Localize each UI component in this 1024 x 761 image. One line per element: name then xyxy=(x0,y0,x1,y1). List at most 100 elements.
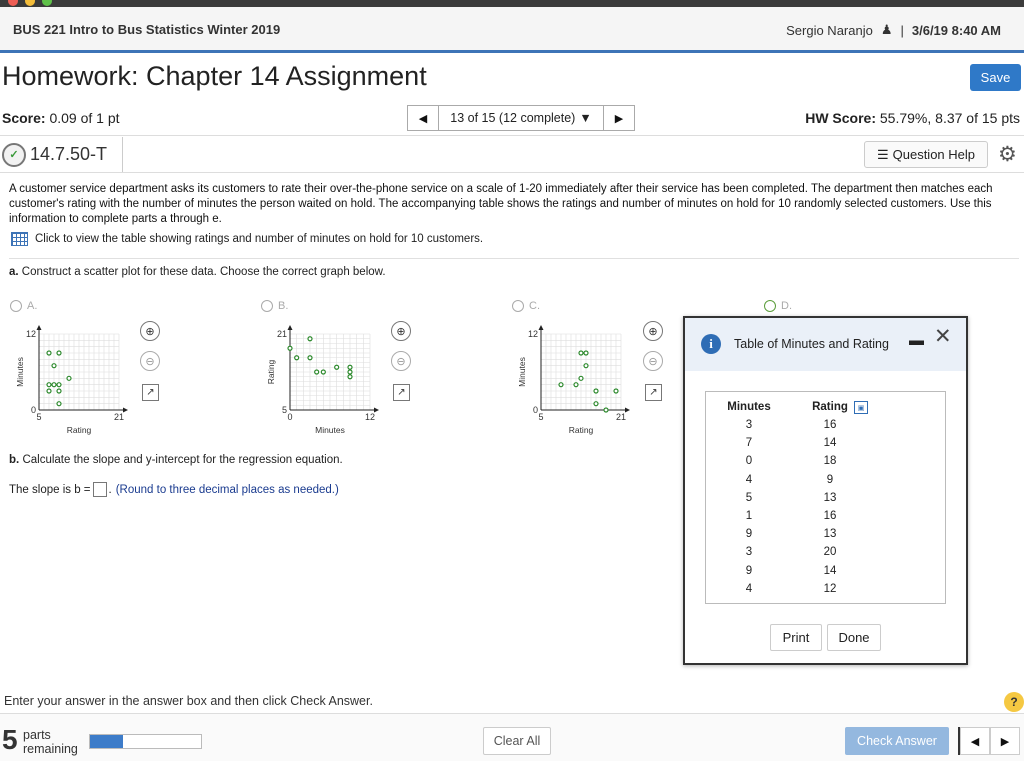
option-b[interactable]: B. xyxy=(261,300,288,312)
option-c[interactable]: C. xyxy=(512,300,540,312)
table-row: 3 20 xyxy=(716,543,852,561)
problem-text: A customer service department asks its c… xyxy=(9,183,993,225)
score: Score: 0.09 of 1 pt xyxy=(2,110,120,126)
minimize-icon[interactable]: ▬ xyxy=(909,332,924,349)
data-point xyxy=(56,382,62,388)
data-point xyxy=(46,382,52,388)
zoom-out-a-icon[interactable]: ⊖ xyxy=(140,351,160,371)
list-icon: ☰ xyxy=(876,146,889,162)
print-button[interactable]: Print xyxy=(770,624,822,651)
gear-icon[interactable]: ⚙ xyxy=(998,142,1017,167)
question-selector-text: 13 of 15 (12 complete) xyxy=(450,111,576,125)
table-row: 1 16 xyxy=(716,507,852,525)
zoom-in-c-icon[interactable]: ⊕ xyxy=(643,321,663,341)
next-question-button[interactable]: ▶ xyxy=(603,105,635,131)
parts-label-line-1: parts xyxy=(23,728,51,742)
option-a-label: A. xyxy=(27,300,38,312)
cell-rating: 14 xyxy=(823,564,837,577)
option-a-radio[interactable] xyxy=(10,300,22,312)
x-tick-label: 12 xyxy=(365,412,375,422)
data-point xyxy=(51,382,57,388)
question-selector[interactable]: 13 of 15 (12 complete) ▼ xyxy=(439,105,603,131)
cell-rating: 20 xyxy=(823,546,837,559)
part-a-label: a. xyxy=(9,266,19,278)
column-gap xyxy=(782,580,808,598)
user-name[interactable]: Sergio Naranjo xyxy=(786,23,873,38)
x-axis-label: Rating xyxy=(67,425,92,435)
column-gap xyxy=(782,543,808,561)
option-c-label: C. xyxy=(529,300,540,312)
table-row: 4 12 xyxy=(716,580,852,598)
hw-score-value: 55.79%, 8.37 of 15 pts xyxy=(879,110,1020,126)
view-table-link[interactable]: Click to view the table showing ratings … xyxy=(11,232,483,246)
save-button[interactable]: Save xyxy=(970,64,1021,91)
x-axis-label: Minutes xyxy=(315,425,345,435)
zoom-out-c-icon[interactable]: ⊖ xyxy=(643,351,663,371)
slope-question: The slope is b = . (Round to three decim… xyxy=(9,482,339,497)
parts-remaining-count: 5 xyxy=(2,724,18,755)
header-rating: Rating xyxy=(812,401,848,413)
popout-a-icon[interactable]: ↗ xyxy=(142,384,159,401)
zoom-in-a-icon[interactable]: ⊕ xyxy=(140,321,160,341)
divider xyxy=(9,258,1019,259)
question-help-button[interactable]: ☰ Question Help xyxy=(864,141,988,168)
help-icon[interactable]: ? xyxy=(1004,692,1024,712)
option-a[interactable]: A. xyxy=(10,300,37,312)
copy-data-icon[interactable]: ▣ xyxy=(854,401,868,414)
column-gap xyxy=(782,398,808,416)
maximize-window-dot-icon[interactable] xyxy=(42,0,52,6)
cell-rating: 13 xyxy=(823,528,837,541)
check-answer-button[interactable]: Check Answer xyxy=(845,727,949,755)
bottom-bar: 5 parts remaining Clear All Check Answer… xyxy=(0,713,1024,761)
option-d[interactable]: D. xyxy=(764,300,792,312)
data-point xyxy=(320,369,326,375)
zoom-out-b-icon[interactable]: ⊖ xyxy=(391,351,411,371)
popout-b-icon[interactable]: ↗ xyxy=(393,384,410,401)
clear-all-button[interactable]: Clear All xyxy=(483,727,551,755)
column-gap xyxy=(782,507,808,525)
close-icon[interactable]: ✕ xyxy=(934,324,952,349)
data-point xyxy=(56,350,62,356)
prev-question-button[interactable]: ◀ xyxy=(407,105,439,131)
question-help-label: Question Help xyxy=(892,147,976,162)
question-row: ✓ 14.7.50-T ☰ Question Help ⚙ xyxy=(0,137,1024,173)
data-point xyxy=(46,350,52,356)
data-point xyxy=(307,355,313,361)
table-row: 0 18 xyxy=(716,452,852,470)
option-b-label: B. xyxy=(278,300,289,312)
data-point xyxy=(583,363,589,369)
data-point xyxy=(307,336,313,342)
data-point xyxy=(573,382,579,388)
minimize-window-dot-icon[interactable] xyxy=(25,0,35,6)
slope-hint: (Round to three decimal places as needed… xyxy=(115,483,339,496)
data-point xyxy=(56,401,62,407)
data-point xyxy=(347,364,353,370)
data-table: Minutes Rating 3 16 7 14 0 18 4 9 5 13 1 16 9 13 3 20 9 1… xyxy=(716,398,852,598)
cell-rating: 9 xyxy=(826,473,834,486)
next-button[interactable]: ▶ xyxy=(990,727,1020,755)
option-c-radio[interactable] xyxy=(512,300,524,312)
zoom-in-b-icon[interactable]: ⊕ xyxy=(391,321,411,341)
table-row: 7 14 xyxy=(716,434,852,452)
x-tick-label: 5 xyxy=(538,412,543,422)
y-axis-arrow xyxy=(287,325,293,330)
cell-minutes: 4 xyxy=(745,473,753,486)
y-tick-label: 12 xyxy=(528,329,538,339)
page-title: Homework: Chapter 14 Assignment xyxy=(2,61,427,91)
cell-rating: 13 xyxy=(823,491,837,504)
part-b-text: Calculate the slope and y-intercept for … xyxy=(22,454,343,466)
option-b-radio[interactable] xyxy=(261,300,273,312)
partial-credit-icon: ✓ xyxy=(2,142,26,167)
column-gap xyxy=(782,562,808,580)
done-button[interactable]: Done xyxy=(827,624,881,651)
score-label: Score: xyxy=(2,110,46,126)
option-d-radio[interactable] xyxy=(764,300,776,312)
prev-button[interactable]: ◀ xyxy=(960,727,990,755)
close-window-dot-icon[interactable] xyxy=(8,0,18,6)
slope-input[interactable] xyxy=(92,482,107,497)
y-tick-label: 12 xyxy=(26,329,36,339)
header-minutes: Minutes xyxy=(727,401,771,413)
popout-c-icon[interactable]: ↗ xyxy=(645,384,662,401)
data-point xyxy=(593,388,599,394)
divider: | xyxy=(900,22,904,38)
